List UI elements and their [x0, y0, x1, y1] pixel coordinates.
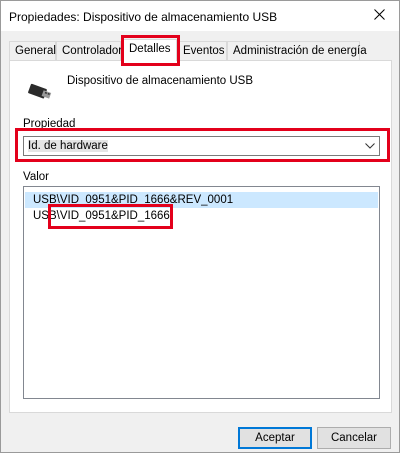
- tab-administracion-energia[interactable]: Administración de energía: [227, 41, 367, 60]
- device-name: Dispositivo de almacenamiento USB: [67, 75, 254, 87]
- list-item[interactable]: USB\VID_0951&PID_1666&REV_0001: [25, 192, 378, 208]
- value-list[interactable]: USB\VID_0951&PID_1666&REV_0001 USB\VID_0…: [23, 186, 380, 399]
- close-icon: [373, 9, 385, 23]
- tab-strip: General Controlador Detalles Eventos Adm…: [9, 39, 393, 61]
- property-selected-value: Id. de hardware: [28, 140, 108, 152]
- chevron-down-icon: [361, 137, 379, 155]
- cancel-button[interactable]: Cancelar: [317, 427, 391, 449]
- tab-controlador[interactable]: Controlador: [56, 41, 122, 60]
- details-panel: Dispositivo de almacenamiento USB Propie…: [9, 60, 392, 413]
- close-button[interactable]: [359, 1, 399, 31]
- tab-general[interactable]: General: [9, 41, 56, 60]
- window-title: Propiedades: Dispositivo de almacenamien…: [9, 10, 278, 24]
- accept-button[interactable]: Aceptar: [238, 427, 312, 449]
- property-dropdown[interactable]: Id. de hardware: [23, 136, 380, 156]
- value-label: Valor: [23, 171, 49, 183]
- usb-drive-icon: [26, 77, 54, 105]
- tab-eventos[interactable]: Eventos: [177, 41, 227, 60]
- properties-dialog: Propiedades: Dispositivo de almacenamien…: [0, 0, 400, 453]
- property-label: Propiedad: [23, 118, 76, 130]
- tab-detalles[interactable]: Detalles: [122, 39, 177, 61]
- list-item[interactable]: USB\VID_0951&PID_1666: [25, 208, 378, 224]
- title-bar: Propiedades: Dispositivo de almacenamien…: [1, 1, 399, 31]
